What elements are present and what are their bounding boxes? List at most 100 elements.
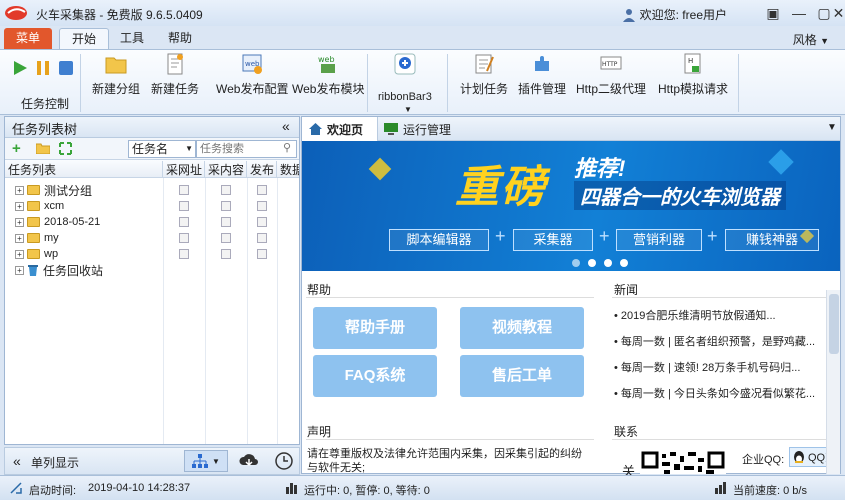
column-data[interactable]: 数据 [277, 161, 299, 177]
carousel-dot[interactable] [620, 259, 628, 267]
tab-help[interactable]: 帮助 [156, 28, 204, 49]
expand-icon[interactable]: + [15, 185, 24, 195]
promo-banner[interactable]: 重磅 推荐! 四器合一的火车浏览器 脚本编辑器 + 采集器 + 营销利器 + 赚… [302, 141, 840, 271]
run-time-icon [10, 482, 22, 494]
search-field-label: 任务名 [132, 142, 169, 156]
collect-content-checkbox[interactable] [221, 201, 231, 211]
tab-welcome[interactable]: 欢迎页 [302, 117, 378, 141]
monitor-icon [384, 123, 398, 135]
video-tutorial-button[interactable]: 视频教程 [460, 307, 584, 349]
expand-icon[interactable]: + [15, 265, 24, 275]
banner-button-marketing[interactable]: 营销利器 [616, 229, 702, 251]
new-group-button[interactable]: 新建分组 [92, 53, 140, 97]
publish-checkbox[interactable] [257, 201, 267, 211]
http-simulate-button[interactable]: H Http模拟请求 [658, 53, 728, 97]
new-task-button[interactable]: 新建任务 [151, 53, 199, 97]
scrollbar-thumb[interactable] [829, 294, 839, 354]
tree-row[interactable]: + my [5, 230, 299, 246]
banner-headline: 重磅 [455, 162, 547, 213]
expand-all-icon[interactable] [59, 142, 72, 155]
play-icon[interactable] [12, 60, 28, 76]
http-proxy-button[interactable]: HTTP Http二级代理 [576, 53, 646, 97]
publish-checkbox[interactable] [257, 217, 267, 227]
folder-add-icon[interactable] [36, 143, 50, 154]
news-item[interactable]: • 每周一数 | 匿名者组织预警，是野鸡藏... [614, 333, 829, 349]
collect-content-checkbox[interactable] [221, 217, 231, 227]
collect-content-checkbox[interactable] [221, 233, 231, 243]
minimize-button[interactable]: — [786, 3, 812, 23]
collect-url-checkbox[interactable] [179, 185, 189, 195]
news-item[interactable]: • 2019合肥乐维清明节放假通知... [614, 307, 829, 323]
collect-url-checkbox[interactable] [179, 201, 189, 211]
tabs-dropdown-icon[interactable]: ▼ [827, 122, 837, 133]
column-collect-url[interactable]: 采网址 [163, 161, 205, 177]
scheduled-task-label: 计划任务 [460, 82, 509, 96]
banner-button-script-editor[interactable]: 脚本编辑器 [389, 229, 489, 251]
tab-start[interactable]: 开始 [59, 28, 110, 49]
double-chevron-left-icon[interactable]: « [13, 453, 21, 469]
banner-button-collector[interactable]: 采集器 [513, 229, 593, 251]
expand-icon[interactable]: + [15, 201, 24, 211]
tab-menu[interactable]: 菜单 [4, 28, 52, 49]
clock-icon[interactable] [275, 452, 293, 470]
tree-row-label: wp [44, 248, 59, 260]
search-icon[interactable]: ⚲ [283, 141, 291, 154]
carousel-dot[interactable] [572, 259, 580, 267]
publish-checkbox[interactable] [257, 249, 267, 259]
single-column-label[interactable]: 单列显示 [31, 454, 79, 471]
search-field-select[interactable]: 任务名 ▼ [128, 140, 196, 158]
publish-checkbox[interactable] [257, 233, 267, 243]
column-collect-content[interactable]: 采内容 [205, 161, 247, 177]
tab-run-management[interactable]: 运行管理 [384, 117, 451, 141]
ribbonbar3-button[interactable]: ribbonBar3 [378, 53, 432, 103]
faq-button[interactable]: FAQ系统 [313, 355, 437, 397]
view-mode-button[interactable]: ▼ [184, 450, 228, 472]
collect-content-checkbox[interactable] [221, 249, 231, 259]
after-sales-ticket-button[interactable]: 售后工单 [460, 355, 584, 397]
carousel-dot[interactable] [588, 259, 596, 267]
column-task-list[interactable]: 任务列表 [5, 161, 163, 177]
expand-icon[interactable]: + [15, 249, 24, 259]
collect-url-checkbox[interactable] [179, 217, 189, 227]
menu-icon[interactable]: ▣ [760, 3, 786, 23]
column-publish[interactable]: 发布 [247, 161, 277, 177]
new-task-label: 新建任务 [151, 82, 200, 96]
ribbonbar3-chevron-icon[interactable]: ▼ [404, 105, 412, 114]
status-bar: 启动时间: 2019-04-10 14:28:37 运行中: 0, 暂停: 0,… [0, 475, 845, 500]
decor-diamond [368, 157, 392, 181]
tree-row[interactable]: + 2018-05-21 [5, 214, 299, 230]
news-item[interactable]: • 每周一数 | 今日头条如今盛况看似繁花... [614, 385, 829, 401]
help-manual-button[interactable]: 帮助手册 [313, 307, 437, 349]
news-item[interactable]: • 每周一数 | 速领! 28万条手机号码归... [614, 359, 829, 375]
tree-row[interactable]: + 任务回收站 [5, 262, 299, 278]
cloud-download-icon[interactable] [239, 452, 259, 470]
welcome-text: 欢迎您: free用户 [639, 8, 727, 22]
collect-content-checkbox[interactable] [221, 185, 231, 195]
web-publish-config-button[interactable]: web Web发布配置 [216, 53, 288, 97]
expand-icon[interactable]: + [15, 217, 24, 227]
publish-checkbox[interactable] [257, 185, 267, 195]
tree-row[interactable]: + 测试分组 [5, 182, 299, 198]
add-icon[interactable]: + [12, 140, 21, 157]
style-menu[interactable]: 风格 ▼ [793, 31, 829, 48]
style-menu-label: 风格 [792, 33, 817, 47]
plugin-manager-button[interactable]: 插件管理 [518, 53, 566, 97]
home-icon [309, 123, 322, 135]
scrollbar[interactable] [826, 290, 840, 474]
collect-url-checkbox[interactable] [179, 233, 189, 243]
pause-icon[interactable] [35, 60, 51, 76]
carousel-dot[interactable] [604, 259, 612, 267]
tree-row[interactable]: + wp [5, 246, 299, 262]
stop-icon[interactable] [58, 60, 74, 76]
collect-url-checkbox[interactable] [179, 249, 189, 259]
web-publish-module-button[interactable]: web Web发布模块 [292, 53, 364, 97]
scheduled-task-button[interactable]: 计划任务 [460, 53, 508, 97]
task-search-input[interactable] [196, 140, 297, 158]
tree-row[interactable]: + xcm [5, 198, 299, 214]
tab-tools[interactable]: 工具 [108, 28, 156, 49]
close-button[interactable]: ✕ [832, 3, 845, 23]
banner-button-money[interactable]: 赚钱神器 [725, 229, 819, 251]
collapse-icon[interactable]: « [282, 118, 290, 134]
news-item-text: 每周一数 | 匿名者组织预警，是野鸡藏... [620, 336, 816, 348]
expand-icon[interactable]: + [15, 233, 24, 243]
